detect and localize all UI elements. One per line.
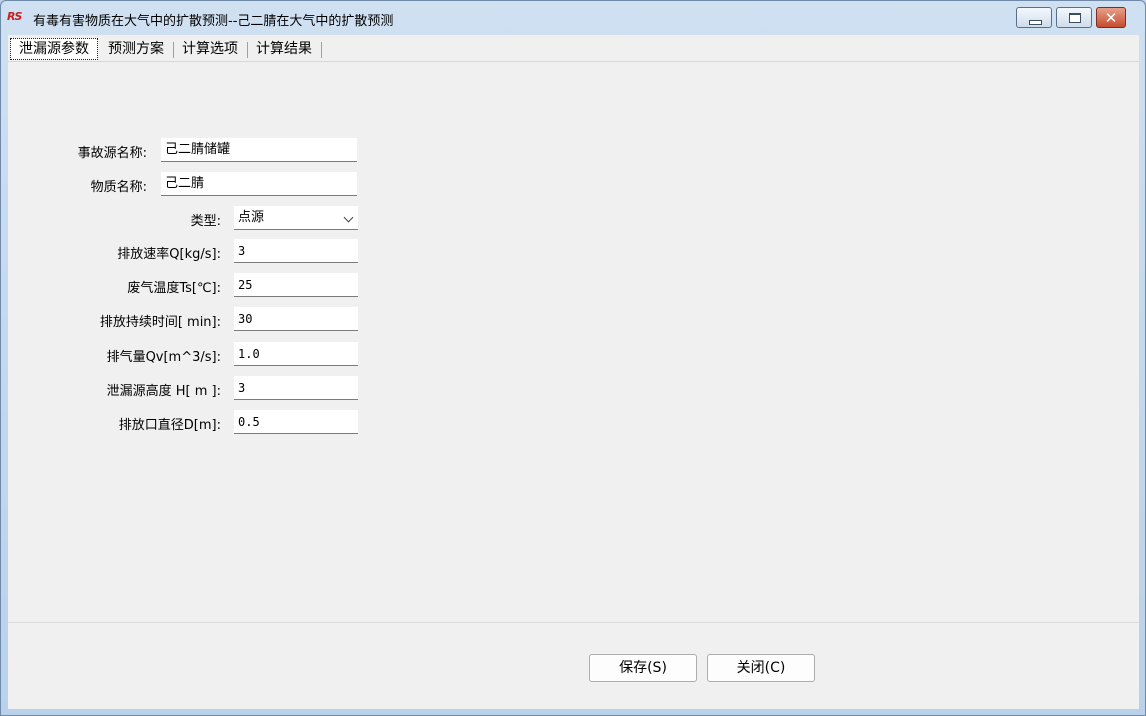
type-select[interactable]: 点源 — [234, 206, 358, 230]
tab-divider — [247, 42, 248, 58]
leak-height-field[interactable]: 3 — [234, 376, 358, 400]
discharge-rate-label: 排放速率Q[kg/s]: — [117, 247, 221, 262]
tab-leak-source-params[interactable]: 泄漏源参数 — [10, 38, 98, 60]
type-select-value: 点源 — [238, 210, 265, 225]
material-name-field[interactable]: 己二腈 — [161, 172, 357, 196]
source-name-field[interactable]: 己二腈储罐 — [161, 138, 357, 162]
type-label: 类型: — [190, 214, 221, 229]
close-icon: ✕ — [1104, 9, 1118, 27]
maximize-icon — [1069, 13, 1081, 23]
tab-calculation-options[interactable]: 计算选项 — [177, 39, 243, 59]
minimize-button[interactable] — [1016, 7, 1052, 28]
source-name-label: 事故源名称: — [77, 146, 147, 161]
outlet-diameter-label: 排放口直径D[m]: — [118, 418, 221, 433]
close-button[interactable]: 关闭(C) — [707, 654, 815, 682]
discharge-rate-field[interactable]: 3 — [234, 239, 358, 263]
tab-calculation-results[interactable]: 计算结果 — [251, 39, 317, 59]
app-window: RS 有毒有害物质在大气中的扩散预测--己二腈在大气中的扩散预测 ✕ 泄漏源参数… — [0, 0, 1146, 716]
footer-divider — [8, 622, 1139, 623]
client-area: 泄漏源参数 预测方案 计算选项 计算结果 事故源名称: 己二腈储罐 物质名称: … — [8, 35, 1139, 709]
gas-temperature-label: 废气温度Ts[℃]: — [127, 281, 221, 296]
window-title: 有毒有害物质在大气中的扩散预测--己二腈在大气中的扩散预测 — [33, 14, 394, 29]
material-name-label: 物质名称: — [90, 180, 147, 195]
minimize-icon — [1029, 20, 1042, 25]
gas-volume-label: 排气量Qv[m^3/s]: — [106, 350, 221, 365]
save-button[interactable]: 保存(S) — [589, 654, 697, 682]
leak-source-panel: 事故源名称: 己二腈储罐 物质名称: 己二腈 类型: 点源 排放速率Q[kg/s… — [8, 62, 1139, 652]
gas-volume-field[interactable]: 1.0 — [234, 342, 358, 366]
tab-divider — [173, 42, 174, 58]
duration-label: 排放持续时间[ min]: — [99, 315, 221, 330]
maximize-button[interactable] — [1056, 7, 1092, 28]
tab-prediction-plan[interactable]: 预测方案 — [103, 39, 169, 59]
close-window-button[interactable]: ✕ — [1096, 7, 1126, 28]
outlet-diameter-field[interactable]: 0.5 — [234, 410, 358, 434]
title-bar[interactable]: RS 有毒有害物质在大气中的扩散预测--己二腈在大气中的扩散预测 ✕ — [1, 1, 1145, 35]
tab-divider — [321, 42, 322, 58]
chevron-down-icon — [343, 212, 354, 223]
app-logo-icon: RS — [7, 10, 22, 23]
gas-temperature-field[interactable]: 25 — [234, 273, 358, 297]
duration-field[interactable]: 30 — [234, 307, 358, 331]
leak-height-label: 泄漏源高度 H[ m ]: — [106, 384, 221, 399]
